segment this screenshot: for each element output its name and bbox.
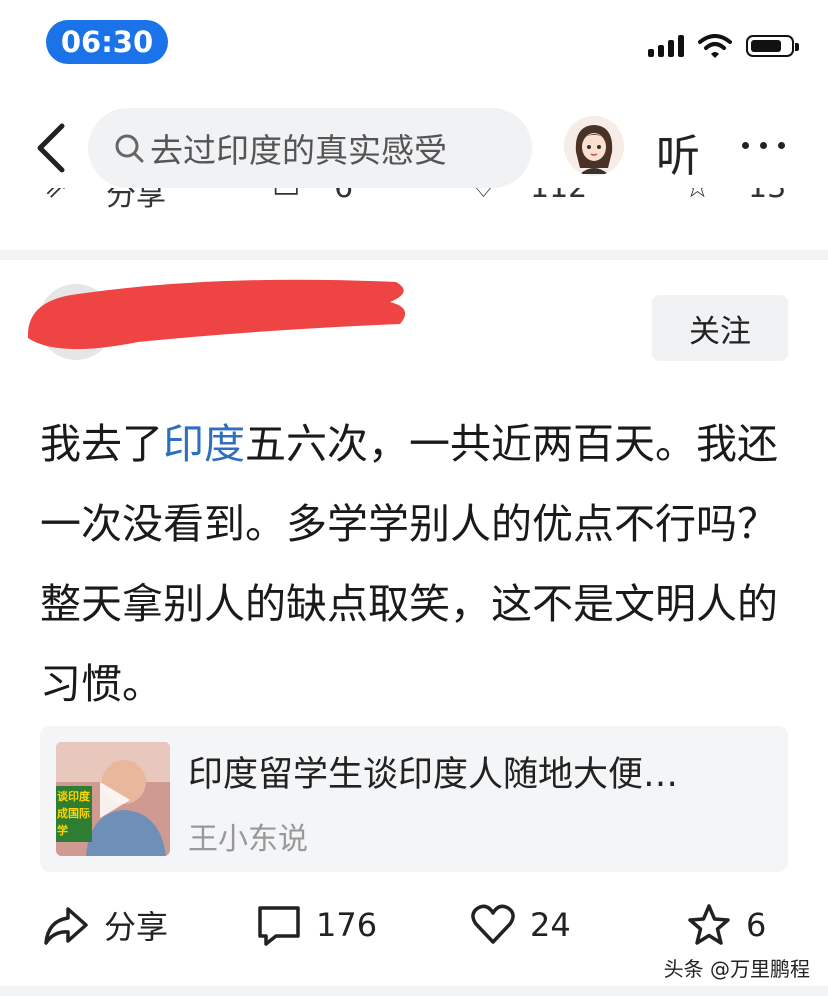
- linked-article-card[interactable]: 谈印度 成国际 学 印度留学生谈印度人随地大便… 王小东说: [40, 726, 788, 872]
- status-bar: 06:30: [0, 0, 828, 90]
- like-button[interactable]: 24: [470, 880, 571, 970]
- post-text: 我去了印度五六次，一共近两百天。我还一次没看到。多学学别人的优点不行吗？整天拿别…: [40, 404, 800, 724]
- article-source: 王小东说: [188, 822, 308, 857]
- more-options-icon[interactable]: [742, 142, 785, 149]
- listen-button[interactable]: 听: [656, 120, 700, 184]
- avatar-girl-icon: [564, 116, 624, 176]
- heart-icon: ♡: [470, 188, 497, 205]
- share-icon: ⇗: [44, 188, 69, 205]
- previous-comment-count: 6: [334, 188, 353, 205]
- wifi-icon: [698, 34, 732, 58]
- battery-icon: [746, 35, 799, 57]
- comment-button[interactable]: 176: [256, 880, 377, 970]
- post-text-before: 我去了: [40, 420, 163, 468]
- heart-icon: [471, 904, 515, 944]
- watermark: 头条 @万里鹏程: [663, 957, 810, 981]
- status-time: 06:30: [46, 20, 168, 64]
- previous-like-count: 112: [530, 188, 587, 205]
- search-bar[interactable]: 去过印度的真实感受: [88, 108, 532, 188]
- follow-button[interactable]: 关注: [652, 295, 788, 361]
- share-button[interactable]: 分享: [42, 880, 168, 970]
- share-label: 分享: [104, 908, 169, 946]
- redacted-author-scribble: [27, 279, 406, 360]
- cellular-signal-icon: [648, 35, 684, 57]
- previous-share-label: 分享: [106, 188, 166, 213]
- user-avatar[interactable]: [564, 116, 624, 176]
- topic-link-india[interactable]: 印度: [163, 420, 245, 468]
- article-title: 印度留学生谈印度人随地大便…: [188, 755, 679, 795]
- search-icon: [115, 134, 144, 163]
- section-divider: [0, 250, 828, 260]
- share-icon: [44, 907, 88, 945]
- comment-count: 176: [316, 906, 378, 944]
- status-icons: [648, 34, 799, 58]
- previous-item-actions: ⇗ 分享 ▭ 6 ♡ 112 ☆ 13: [0, 188, 828, 214]
- favorite-count: 6: [746, 906, 767, 944]
- star-icon: ☆: [684, 188, 711, 205]
- top-nav: 去过印度的真实感受 听: [0, 100, 828, 188]
- search-placeholder: 去过印度的真实感受: [150, 131, 447, 170]
- author-row: 关注: [0, 270, 828, 380]
- thumbnail-caption: 谈印度 成国际 学: [57, 790, 90, 837]
- like-count: 24: [530, 906, 571, 944]
- comment-icon: ▭: [272, 188, 300, 205]
- back-arrow-icon[interactable]: [32, 122, 72, 174]
- comment-icon: [258, 906, 300, 946]
- bottom-divider: [0, 986, 828, 996]
- video-thumbnail[interactable]: 谈印度 成国际 学: [56, 742, 170, 856]
- star-icon: [688, 904, 730, 945]
- previous-favorite-count: 13: [748, 188, 786, 205]
